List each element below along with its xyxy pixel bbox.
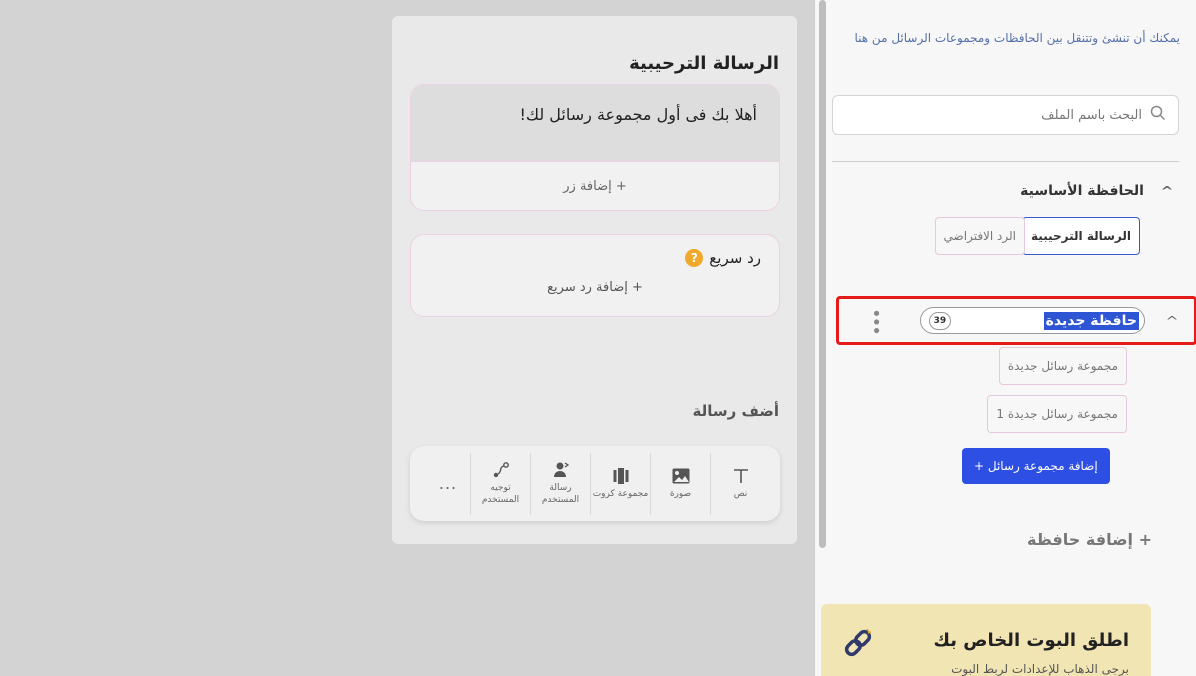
tool-label: توجيه المستخدم xyxy=(481,483,520,505)
folder-edit-row: ^ حافظة جديدة 39 ••• xyxy=(840,300,1193,341)
quick-reply-header: رد سريع ? xyxy=(685,249,761,267)
text-icon xyxy=(732,466,750,486)
page-title: الرسالة الترحيبية xyxy=(629,53,779,74)
tool-label: نص xyxy=(733,489,748,500)
chip-default-reply[interactable]: الرد الافتراضي xyxy=(934,217,1025,255)
main-folder-title: الحافظة الأساسية xyxy=(1020,183,1144,199)
launch-subtitle: برجى الذهاب للإعدادات لربط البوت xyxy=(951,662,1129,676)
add-message-group-button[interactable]: إضافة مجموعة رسائل + xyxy=(962,448,1110,484)
search-icon xyxy=(1150,105,1166,125)
image-icon xyxy=(672,466,690,486)
quick-reply-card: رد سريع ? + إضافة رد سريع xyxy=(410,234,780,317)
search-input[interactable]: البحث باسم الملف xyxy=(1041,108,1142,123)
add-user-message-button[interactable]: رسالة المستخدم xyxy=(530,452,590,515)
kebab-menu-icon[interactable]: ••• xyxy=(865,308,886,334)
search-box[interactable]: البحث باسم الملف xyxy=(832,95,1179,135)
folder-name-input[interactable]: حافظة جديدة 39 xyxy=(919,307,1145,334)
user-message-icon xyxy=(552,460,570,480)
add-quick-reply-button[interactable]: + إضافة رد سريع xyxy=(411,280,779,295)
sidebar-intro: يمكنك أن تنشئ وتتنقل بين الحافظات ومجموع… xyxy=(854,31,1180,45)
launch-bot-banner[interactable]: اطلق البوت الخاص بك برجى الذهاب للإعدادا… xyxy=(821,604,1151,676)
tool-label: رسالة المستخدم xyxy=(541,483,580,505)
add-route-button[interactable]: توجيه المستخدم xyxy=(470,452,530,515)
route-icon xyxy=(492,460,510,480)
link-icon xyxy=(841,626,875,660)
add-text-button[interactable]: نص xyxy=(710,452,770,515)
add-image-button[interactable]: صورة xyxy=(650,452,710,515)
main-folder-header[interactable]: ^ الحافظة الأساسية xyxy=(1020,183,1173,199)
chip-message-group[interactable]: مجموعة رسائل جديدة 1 xyxy=(987,395,1127,433)
sidebar: يمكنك أن تنشئ وتتنقل بين الحافظات ومجموع… xyxy=(814,0,1196,676)
message-editor-panel: الرسالة الترحيبية أهلا بك فى أول مجموعة … xyxy=(392,16,797,544)
scrollbar[interactable] xyxy=(819,0,826,548)
add-cards-button[interactable]: مجموعة كروت xyxy=(590,452,650,515)
divider xyxy=(832,161,1179,162)
chevron-up-icon[interactable]: ^ xyxy=(1160,184,1173,198)
welcome-message-card[interactable]: أهلا بك فى أول مجموعة رسائل لك! + إضافة … xyxy=(410,84,780,211)
tool-label: صورة xyxy=(669,489,692,500)
quick-reply-title: رد سريع xyxy=(709,249,761,267)
chevron-up-icon[interactable]: ^ xyxy=(1165,314,1178,328)
message-type-toolbar: نص صورة مجموعة كروت رسالة المستخدم توجيه… xyxy=(410,446,780,521)
welcome-message-text[interactable]: أهلا بك فى أول مجموعة رسائل لك! xyxy=(519,105,757,124)
folder-name-value[interactable]: حافظة جديدة xyxy=(1043,311,1139,330)
add-button-button[interactable]: + إضافة زر xyxy=(411,161,779,210)
more-options-button[interactable]: ... xyxy=(426,453,470,515)
chip-message-group[interactable]: مجموعة رسائل جديدة xyxy=(998,347,1127,385)
tool-label: مجموعة كروت xyxy=(592,489,649,500)
help-icon[interactable]: ? xyxy=(685,249,704,267)
chip-welcome-message[interactable]: الرسالة الترحيبية xyxy=(1022,217,1140,255)
welcome-message-body[interactable]: أهلا بك فى أول مجموعة رسائل لك! xyxy=(411,85,779,161)
add-folder-button[interactable]: + إضافة حافظة xyxy=(1027,530,1152,549)
launch-title: اطلق البوت الخاص بك xyxy=(933,630,1129,651)
add-message-title: أضف رسالة xyxy=(692,402,779,420)
cards-icon xyxy=(612,466,630,486)
char-counter: 39 xyxy=(928,311,951,330)
